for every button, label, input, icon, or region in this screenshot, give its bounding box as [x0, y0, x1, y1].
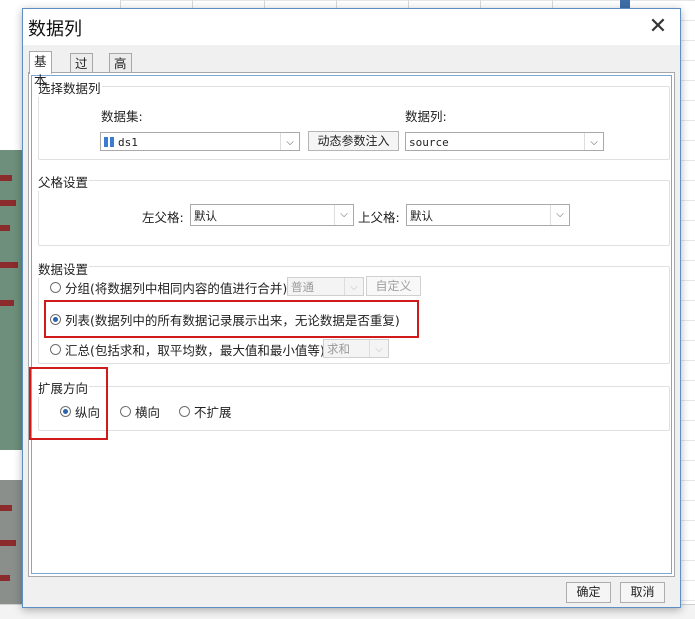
top-parent-select[interactable]: 默认 ⌵	[406, 204, 570, 226]
radio-no-expand-option[interactable]: 不扩展	[179, 402, 232, 420]
top-parent-label: 上父格:	[358, 210, 400, 225]
chevron-down-icon: ⌵	[334, 205, 353, 225]
summary-mode-value: 求和	[327, 342, 350, 356]
dataset-select[interactable]: ds1 ⌵	[100, 132, 300, 151]
chevron-down-icon: ⌵	[344, 278, 363, 295]
chevron-down-icon: ⌵	[369, 340, 388, 357]
top-parent-value: 默认	[410, 209, 433, 223]
sheet-chart-bar	[0, 300, 14, 306]
radio-button[interactable]	[50, 343, 61, 355]
dataset-select-value: ds1	[118, 136, 138, 149]
left-parent-select[interactable]: 默认 ⌵	[190, 204, 354, 226]
column-select-value: source	[409, 136, 449, 149]
dataset-label: 数据集:	[101, 109, 143, 124]
sheet-chart-bar	[0, 225, 10, 231]
dataset-icon	[104, 137, 114, 147]
radio-summary-option[interactable]: 汇总(包括求和，取平均数，最大值和最小值等)	[50, 340, 325, 358]
dialog-titlebar: 数据列 ✕	[23, 9, 680, 45]
chevron-down-icon: ⌵	[584, 133, 603, 150]
sheet-chart-bar	[0, 540, 16, 546]
radio-button[interactable]	[120, 405, 131, 417]
chevron-down-icon: ⌵	[550, 205, 569, 225]
radio-button[interactable]	[179, 405, 190, 417]
radio-horizontal-option[interactable]: 横向	[120, 402, 160, 420]
sheet-chart-bar	[0, 175, 12, 181]
group-mode-value: 普通	[291, 280, 314, 294]
parent-settings-section	[38, 180, 670, 246]
chevron-down-icon: ⌵	[280, 133, 299, 150]
sheet-chart-bar	[0, 200, 16, 206]
left-parent-label: 左父格:	[142, 210, 184, 225]
radio-no-expand-label: 不扩展	[194, 404, 232, 420]
column-select[interactable]: source ⌵	[405, 132, 604, 151]
radio-vertical-option[interactable]: 纵向	[60, 402, 100, 420]
left-parent-value: 默认	[194, 209, 217, 223]
radio-group-label: 分组(将数据列中相同内容的值进行合并)	[65, 280, 288, 296]
radio-summary-label: 汇总(包括求和，取平均数，最大值和最小值等)	[65, 342, 325, 358]
radio-vertical-label: 纵向	[75, 404, 101, 420]
sheet-side-chart-2	[0, 480, 22, 618]
tab-content-frame: 选择数据列 数据集: ds1 ⌵ 动态参数注入 数据列: source ⌵ 父格…	[29, 75, 672, 574]
radio-list-label: 列表(数据列中的所有数据记录展示出来，无论数据是否重复)	[65, 312, 400, 328]
column-label: 数据列:	[405, 109, 447, 124]
close-icon[interactable]: ✕	[646, 16, 670, 38]
dialog-title: 数据列	[28, 19, 82, 40]
tab-basic[interactable]: 基本	[29, 51, 52, 88]
dynamic-param-button[interactable]: 动态参数注入	[308, 131, 399, 151]
radio-button[interactable]	[50, 281, 61, 293]
tab-filter[interactable]: 过滤	[70, 53, 93, 90]
cancel-button[interactable]: 取消	[620, 582, 665, 603]
tab-advanced[interactable]: 高级	[109, 53, 132, 90]
parent-settings-title: 父格设置	[37, 172, 90, 191]
sheet-chart-bar	[0, 262, 18, 268]
tab-content: 选择数据列 数据集: ds1 ⌵ 动态参数注入 数据列: source ⌵ 父格…	[28, 72, 675, 577]
radio-group-option[interactable]: 分组(将数据列中相同内容的值进行合并)	[50, 278, 287, 296]
ok-button[interactable]: 确定	[566, 582, 611, 603]
expand-direction-title: 扩展方向	[37, 378, 90, 397]
radio-horizontal-label: 横向	[135, 404, 161, 420]
sheet-chart-bar	[0, 575, 10, 581]
radio-list-option[interactable]: 列表(数据列中的所有数据记录展示出来，无论数据是否重复)	[50, 310, 400, 328]
data-column-dialog: 数据列 ✕ 基本 过滤 高级 选择数据列 数据集: ds1 ⌵ 动态参数注入 数…	[22, 8, 681, 608]
group-mode-select[interactable]: 普通 ⌵	[287, 277, 364, 296]
data-settings-title: 数据设置	[37, 259, 90, 278]
summary-mode-select[interactable]: 求和 ⌵	[323, 339, 389, 358]
radio-button[interactable]	[60, 405, 71, 417]
sheet-chart-bar	[0, 505, 12, 511]
custom-button[interactable]: 自定义	[366, 276, 421, 296]
radio-button[interactable]	[50, 313, 61, 325]
